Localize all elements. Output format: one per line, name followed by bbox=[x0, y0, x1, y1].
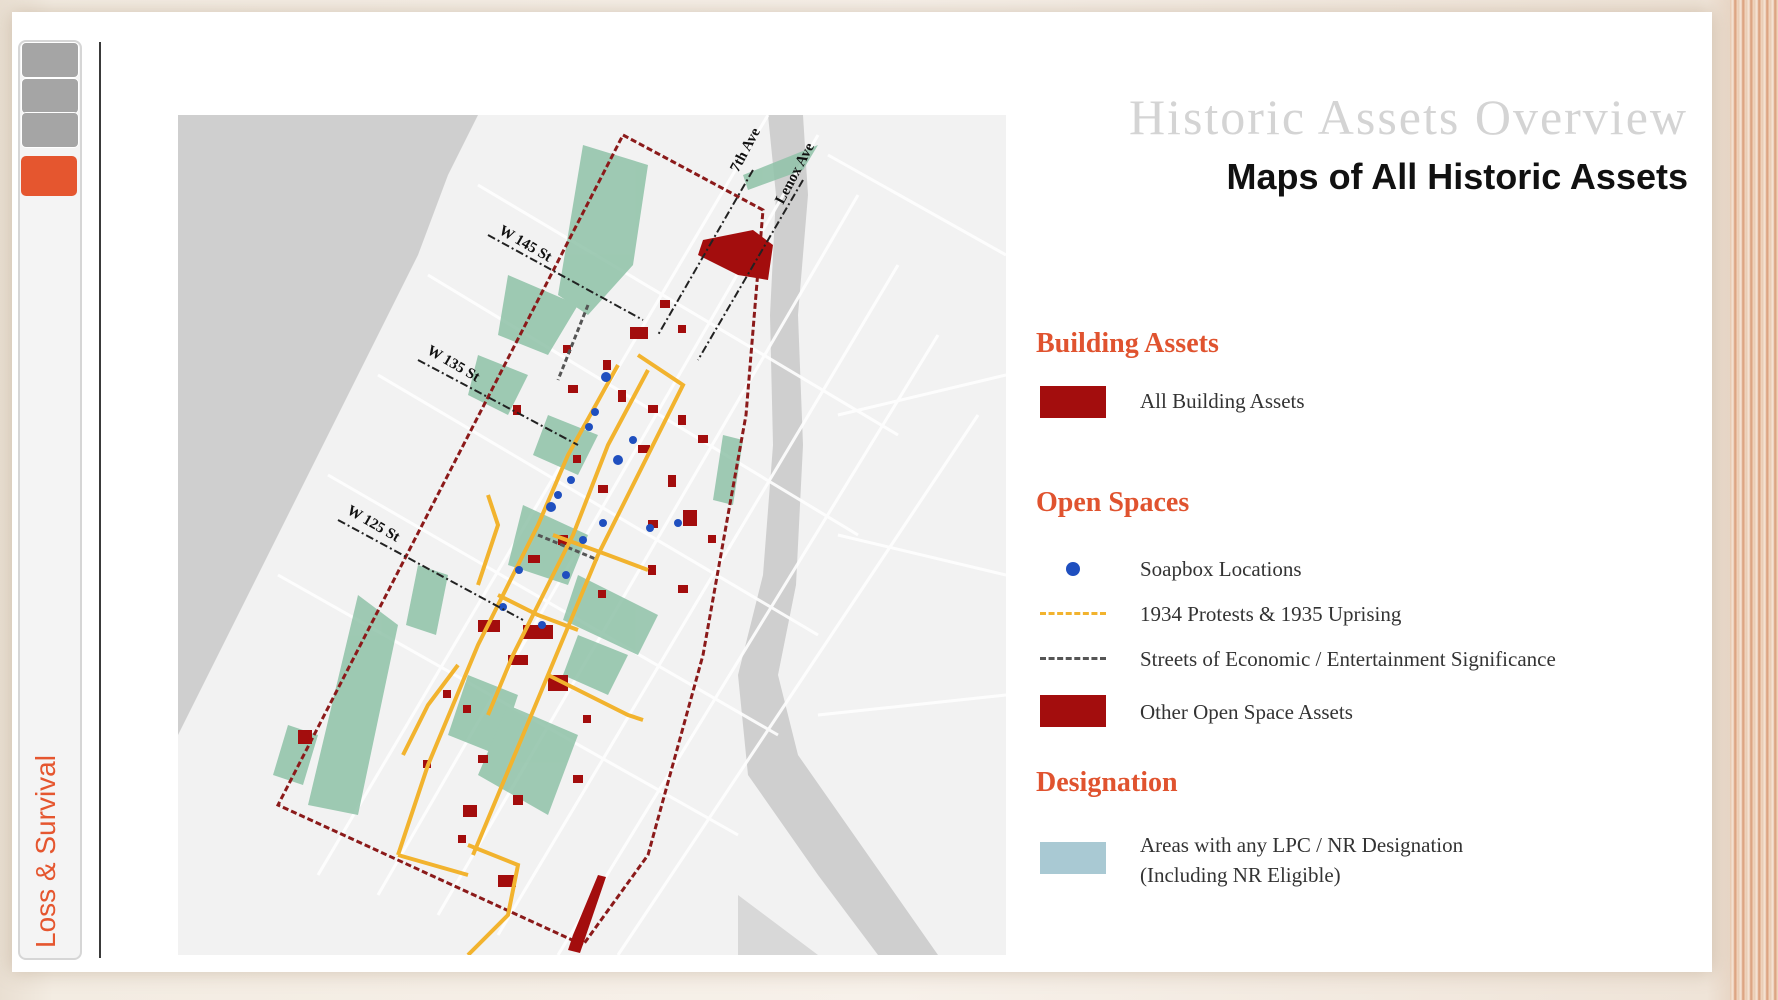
open-space-asset-swatch bbox=[1040, 695, 1106, 727]
legend-label: (Including NR Eligible) bbox=[1140, 863, 1341, 887]
section-label: Loss & Survival bbox=[30, 755, 61, 949]
section-tab-4-active[interactable] bbox=[21, 156, 77, 196]
legend-label: Other Open Space Assets bbox=[1140, 700, 1353, 724]
page-subtitle: Maps of All Historic Assets bbox=[1226, 156, 1688, 197]
section-tab-1[interactable] bbox=[21, 42, 79, 78]
legend-heading-open-spaces: Open Spaces bbox=[1036, 487, 1190, 518]
decorative-border bbox=[1730, 0, 1778, 1000]
legend-label: All Building Assets bbox=[1140, 389, 1305, 413]
building-asset-swatch bbox=[1040, 386, 1106, 418]
section-tab-3[interactable] bbox=[21, 112, 79, 148]
economic-street-line-icon bbox=[1040, 657, 1106, 660]
page-title: Historic Assets Overview bbox=[1128, 89, 1688, 145]
map-legend: Building Assets All Building Assets Open… bbox=[1036, 320, 1676, 900]
designation-swatch bbox=[1040, 842, 1106, 874]
legend-heading-designation: Designation bbox=[1036, 767, 1178, 798]
legend-label: Areas with any LPC / NR Designation bbox=[1140, 833, 1464, 857]
soapbox-dot-icon bbox=[1066, 562, 1080, 576]
legend-label: Streets of Economic / Entertainment Sign… bbox=[1140, 647, 1556, 671]
legend-label: 1934 Protests & 1935 Uprising bbox=[1140, 602, 1402, 626]
divider-line bbox=[99, 42, 101, 958]
legend-heading-building-assets: Building Assets bbox=[1036, 328, 1219, 359]
legend-label: Soapbox Locations bbox=[1140, 557, 1302, 581]
section-tabs: Loss & Survival bbox=[18, 40, 82, 960]
section-tab-2[interactable] bbox=[21, 78, 79, 114]
protest-line-icon bbox=[1040, 612, 1106, 615]
historic-assets-map: W 145 St W 135 St W 125 St 7th Ave Lenox… bbox=[178, 115, 1006, 955]
